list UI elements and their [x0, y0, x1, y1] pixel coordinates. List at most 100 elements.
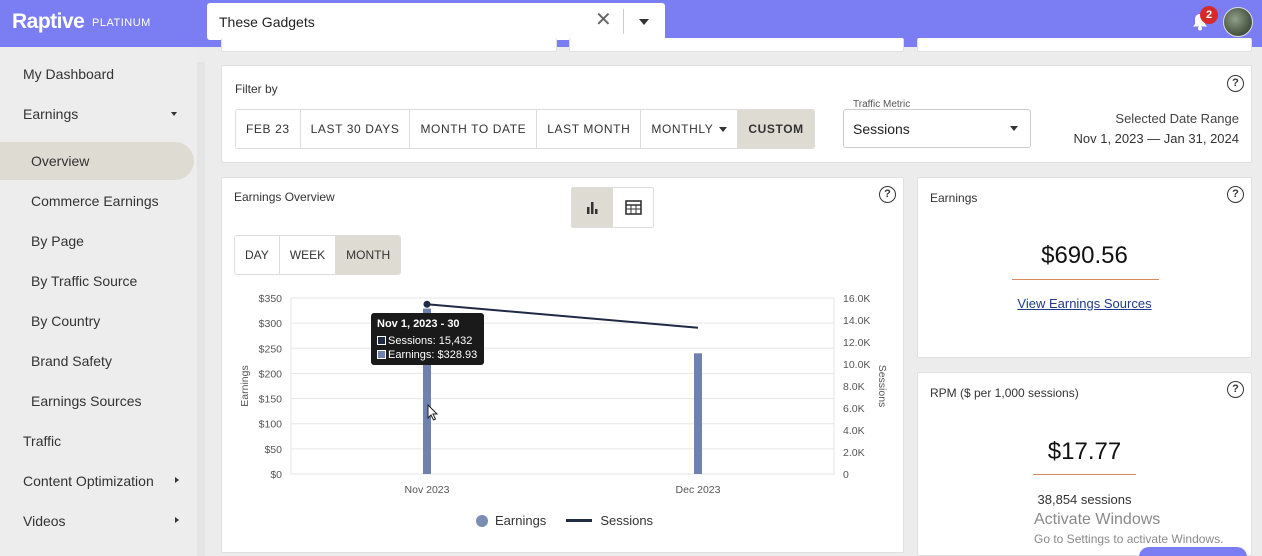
legend-sessions-marker — [566, 519, 593, 522]
y2-tick-label: 4.0K — [843, 425, 865, 437]
tooltip-sessions: Sessions: 15,432 — [388, 335, 473, 347]
notification-badge[interactable]: 2 — [1200, 6, 1218, 24]
x-tick-label: Nov 2023 — [405, 484, 450, 496]
y-tick-label: $50 — [264, 444, 282, 456]
y-tick-label: $250 — [259, 343, 283, 355]
selector-divider — [623, 9, 624, 34]
y2-axis-title: Sessions — [876, 365, 888, 408]
traffic-metric-select[interactable]: Sessions — [843, 109, 1031, 148]
earnings-chart[interactable]: $350 $300 $250 $200 $150 $100 $50 $0 16.0K 14.0K 1… — [222, 178, 905, 508]
help-icon[interactable]: ? — [1227, 75, 1244, 92]
y-tick-label: $0 — [270, 469, 282, 481]
sidebar-item-earnings[interactable]: Earnings — [0, 95, 194, 133]
avatar[interactable] — [1223, 7, 1253, 37]
view-earnings-sources-link[interactable]: View Earnings Sources — [918, 296, 1251, 311]
filter-custom-button[interactable]: CUSTOM — [738, 110, 814, 148]
rpm-card-title: RPM ($ per 1,000 sessions) — [930, 386, 1079, 400]
sidebar-item-brand-safety[interactable]: Brand Safety — [0, 342, 194, 380]
partial-card — [569, 38, 904, 52]
earnings-swatch — [377, 350, 386, 359]
filter-last-30-days-button[interactable]: LAST 30 DAYS — [300, 110, 411, 148]
y2-tick-label: 6.0K — [843, 403, 865, 415]
traffic-metric-value: Sessions — [853, 121, 910, 137]
sidebar-item-label: By Page — [31, 233, 84, 249]
tooltip-title: Nov 1, 2023 - 30 — [377, 318, 460, 330]
caret-down-icon — [1010, 126, 1018, 131]
sidebar-item-commerce-earnings[interactable]: Commerce Earnings — [0, 182, 194, 220]
sidebar-item-videos[interactable]: Videos — [0, 502, 194, 540]
activate-windows-hint: Go to Settings to activate Windows. — [1034, 532, 1224, 546]
tooltip-sessions-row: Sessions: 15,432 — [377, 335, 472, 347]
button-label: MONTHLY — [651, 122, 714, 136]
sidebar-item-label: Commerce Earnings — [31, 193, 159, 209]
sidebar-item-traffic[interactable]: Traffic — [0, 422, 194, 460]
y2-tick-label: 14.0K — [843, 315, 870, 327]
activate-windows-watermark: Activate Windows — [1034, 511, 1161, 528]
legend-earnings-label[interactable]: Earnings — [495, 513, 546, 528]
sidebar-item-label: My Dashboard — [23, 66, 115, 82]
legend-sessions-label[interactable]: Sessions — [600, 513, 653, 528]
mouse-cursor-icon — [427, 404, 439, 421]
value-underline — [1012, 279, 1159, 280]
partial-card — [221, 38, 557, 52]
date-filter-group: FEB 23 LAST 30 DAYS MONTH TO DATE LAST M… — [235, 109, 815, 149]
sidebar-item-by-page[interactable]: By Page — [0, 222, 194, 260]
tooltip-earnings: Earnings: $328.93 — [388, 349, 478, 361]
y-tick-label: $100 — [259, 419, 283, 431]
date-range-label: Selected Date Range — [1115, 111, 1239, 126]
date-range-value: Nov 1, 2023 — Jan 31, 2024 — [1073, 131, 1239, 146]
sidebar-item-label: Earnings — [23, 106, 79, 122]
sidebar-item-by-country[interactable]: By Country — [0, 302, 194, 340]
point-sessions-active — [423, 300, 431, 308]
y2-tick-label: 8.0K — [843, 381, 865, 393]
floating-help-button[interactable] — [1139, 547, 1247, 556]
sidebar-item-label: Traffic — [23, 433, 62, 449]
chart-tooltip: Nov 1, 2023 - 30 Sessions: 15,432 Earnin… — [371, 313, 484, 365]
rpm-value: $17.77 — [1047, 438, 1122, 465]
sidebar-item-label: Brand Safety — [31, 353, 112, 369]
site-selector[interactable]: These Gadgets ✕ — [207, 3, 665, 40]
clear-icon[interactable]: ✕ — [595, 10, 612, 30]
filter-last-month-button[interactable]: LAST MONTH — [537, 110, 642, 148]
help-icon[interactable]: ? — [1227, 186, 1244, 203]
chevron-down-icon[interactable] — [639, 19, 649, 25]
sidebar-item-my-dashboard[interactable]: My Dashboard — [0, 55, 194, 93]
filter-feb23-button[interactable]: FEB 23 — [236, 110, 301, 148]
filter-title: Filter by — [235, 82, 278, 96]
caret-down-icon — [171, 112, 177, 116]
y-tick-label: $300 — [259, 318, 283, 330]
y2-tick-label: 12.0K — [843, 337, 870, 349]
button-label: MONTH TO DATE — [420, 122, 527, 136]
chart-legend: Earnings Sessions — [476, 513, 653, 528]
value-underline — [1033, 474, 1136, 475]
sidebar-item-label: By Country — [31, 313, 101, 329]
filter-monthly-dropdown[interactable]: MONTHLY — [641, 110, 739, 148]
sidebar-item-label: Videos — [23, 513, 66, 529]
partial-card — [917, 38, 1252, 52]
sidebar-item-label: Overview — [31, 153, 90, 169]
button-label: LAST 30 DAYS — [310, 122, 400, 136]
sidebar-scrollbar[interactable] — [197, 62, 205, 556]
app-logo[interactable]: Raptive — [12, 10, 85, 34]
y-tick-label: $150 — [259, 394, 283, 406]
sidebar: My Dashboard Earnings Overview Commerce … — [0, 47, 196, 556]
y2-tick-label: 2.0K — [843, 447, 865, 459]
filter-month-to-date-button[interactable]: MONTH TO DATE — [410, 110, 538, 148]
sidebar-item-by-traffic-source[interactable]: By Traffic Source — [0, 262, 194, 300]
sidebar-item-earnings-sources[interactable]: Earnings Sources — [0, 382, 194, 420]
help-icon[interactable]: ? — [1227, 381, 1244, 398]
sidebar-item-content-optimization[interactable]: Content Optimization — [0, 462, 194, 500]
earnings-overview-card: Earnings Overview ? DAY WEEK MONTH $350 $… — [221, 177, 904, 553]
y2-tick-label: 16.0K — [843, 293, 870, 305]
sidebar-item-overview[interactable]: Overview — [0, 142, 194, 180]
button-label: CUSTOM — [748, 122, 804, 136]
y2-tick-label: 0 — [843, 469, 849, 481]
tooltip-earnings-row: Earnings: $328.93 — [377, 349, 477, 361]
earnings-value: $690.56 — [1041, 242, 1128, 269]
x-tick-label: Dec 2023 — [676, 484, 721, 496]
y-axis-title: Earnings — [239, 365, 251, 406]
filter-card: Filter by FEB 23 LAST 30 DAYS MONTH TO D… — [221, 65, 1252, 163]
rpm-sessions: 38,854 sessions — [1037, 492, 1132, 507]
sessions-swatch — [377, 336, 386, 345]
button-label: LAST MONTH — [547, 122, 631, 136]
